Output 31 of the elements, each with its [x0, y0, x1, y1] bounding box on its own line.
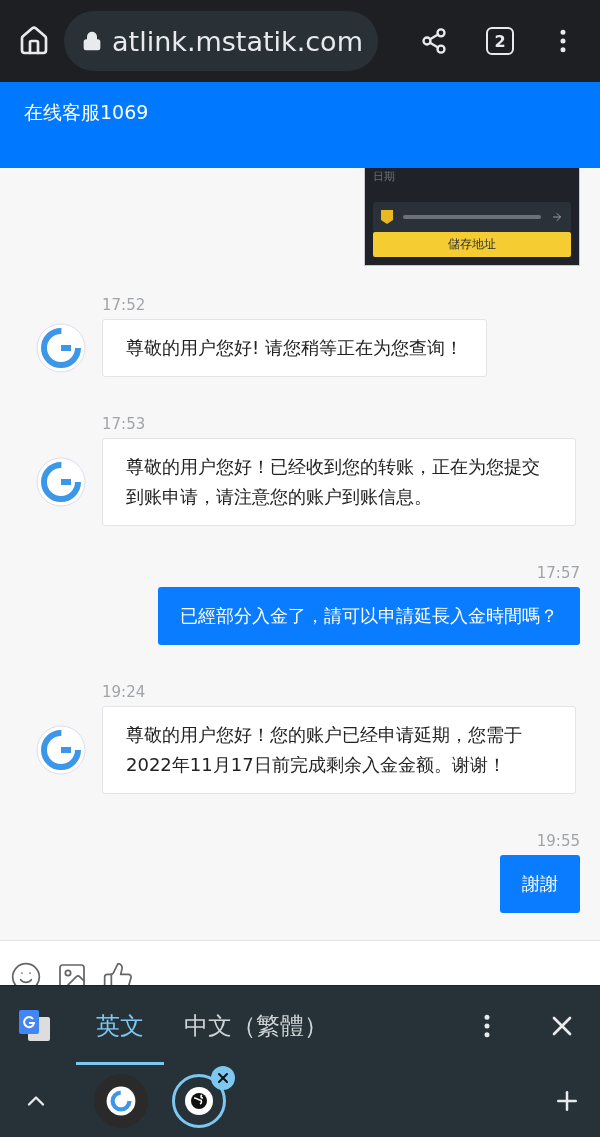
logo-icon — [36, 457, 86, 507]
logo-icon — [36, 725, 86, 775]
message-time: 17:57 — [536, 564, 580, 582]
message-bubble: 尊敬的用户您好! 请您稍等正在为您查询！ — [102, 319, 487, 377]
message-time: 17:52 — [102, 296, 146, 314]
shield-icon — [381, 210, 393, 224]
emoji-icon[interactable] — [10, 961, 42, 985]
message-time: 19:24 — [102, 683, 146, 701]
message-time: 19:55 — [536, 832, 580, 850]
home-icon[interactable] — [18, 25, 50, 57]
image-icon[interactable] — [56, 961, 88, 985]
arrow-icon — [551, 211, 563, 223]
message-bubble: 尊敬的用户您好！您的账户已经申请延期，您需于2022年11月17日前完成剩余入金金额。谢谢！ — [102, 706, 576, 794]
message-bubble: 已經部分入金了，請可以申請延長入金時間嗎？ — [158, 587, 580, 645]
save-address-button: 儲存地址 — [373, 232, 571, 257]
chat-title: 在线客服1069 — [24, 101, 149, 123]
image-label: 日期 — [373, 169, 396, 184]
message-bubble: 謝謝 — [500, 855, 580, 913]
tab-count[interactable]: 2 — [486, 27, 514, 55]
globe-icon — [184, 1086, 214, 1116]
logo-icon — [36, 323, 86, 373]
translate-icon[interactable] — [18, 1008, 52, 1043]
share-icon[interactable] — [420, 27, 448, 55]
address-bar[interactable]: atlink.mstatik.com — [64, 11, 378, 71]
logo-icon — [106, 1086, 136, 1116]
thumbs-up-icon[interactable] — [102, 961, 134, 985]
message-bubble: 尊敬的用户您好！已经收到您的转账，正在为您提交到账申请，请注意您的账户到账信息。 — [102, 438, 576, 526]
language-tab[interactable]: 中文（繁體） — [164, 985, 348, 1066]
screenshot-image[interactable]: 日期 儲存地址 — [364, 168, 580, 266]
close-badge[interactable] — [211, 1066, 235, 1090]
message-time: 17:53 — [102, 415, 146, 433]
